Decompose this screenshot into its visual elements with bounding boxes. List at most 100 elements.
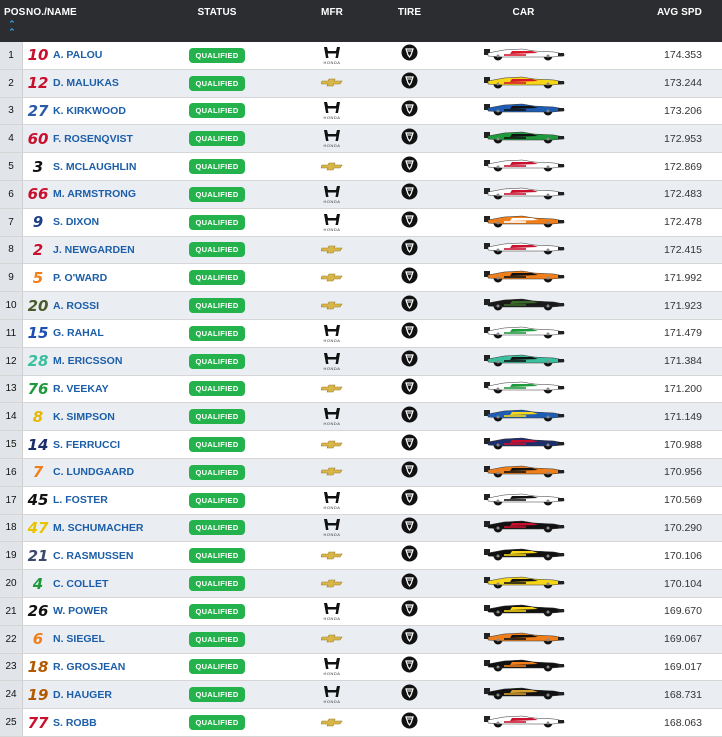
honda-wordmark: HONDA bbox=[323, 226, 341, 232]
table-row[interactable]: 20 4 C. COLLET QUALIFIED 170.104 bbox=[0, 570, 722, 598]
driver-name-link[interactable]: L. FOSTER bbox=[53, 494, 143, 506]
mfr-cell bbox=[291, 547, 373, 565]
car-cell bbox=[446, 351, 601, 372]
position-cell: 23 bbox=[0, 653, 23, 681]
driver-name-link[interactable]: R. VEEKAY bbox=[53, 383, 143, 395]
position-cell: 14 bbox=[0, 403, 23, 431]
car-livery-icon bbox=[482, 323, 566, 344]
driver-name-link[interactable]: R. GROSJEAN bbox=[53, 661, 143, 673]
position-cell: 17 bbox=[0, 486, 23, 514]
driver-name-link[interactable]: M. ERICSSON bbox=[53, 355, 143, 367]
table-row[interactable]: 10 20 A. ROSSI QUALIFIED 171.923 bbox=[0, 292, 722, 320]
sort-chevron-icon[interactable]: ⌃ ⌃ bbox=[0, 20, 24, 37]
position-cell: 11 bbox=[0, 319, 23, 347]
driver-name-link[interactable]: G. RAHAL bbox=[53, 327, 143, 339]
status-badge: QUALIFIED bbox=[189, 548, 245, 564]
driver-name-link[interactable]: S. MCLAUGHLIN bbox=[53, 161, 143, 173]
pos-header[interactable]: POS ⌃ ⌃ bbox=[0, 7, 25, 42]
car-livery-icon bbox=[482, 656, 566, 677]
table-row[interactable]: 23 18 R. GROSJEAN QUALIFIED HONDA 169.017 bbox=[0, 653, 722, 682]
position-cell: 21 bbox=[0, 597, 23, 625]
table-row[interactable]: 14 8 K. SIMPSON QUALIFIED HONDA 171.149 bbox=[0, 403, 722, 432]
honda-wordmark: HONDA bbox=[323, 504, 341, 510]
table-row[interactable]: 11 15 G. RAHAL QUALIFIED HONDA 171.479 bbox=[0, 319, 722, 348]
table-row[interactable]: 24 19 D. HAUGER QUALIFIED HONDA 168.731 bbox=[0, 681, 722, 710]
driver-name-link[interactable]: D. HAUGER bbox=[53, 689, 143, 701]
name-header[interactable]: NO./NAME bbox=[24, 7, 143, 42]
car-cell bbox=[446, 629, 601, 650]
table-row[interactable]: 15 14 S. FERRUCCI QUALIFIED 170.988 bbox=[0, 431, 722, 459]
table-row[interactable]: 4 60 F. ROSENQVIST QUALIFIED HONDA 172.953 bbox=[0, 125, 722, 154]
status-cell: QUALIFIED bbox=[143, 687, 291, 703]
tire-cell bbox=[373, 72, 446, 94]
table-row[interactable]: 2 12 D. MALUKAS QUALIFIED 173.244 bbox=[0, 69, 722, 98]
driver-name-link[interactable]: J. NEWGARDEN bbox=[53, 244, 143, 256]
honda-logo-icon: HONDA bbox=[322, 324, 342, 343]
driver-name-link[interactable]: D. MALUKAS bbox=[53, 77, 143, 89]
avg-speed: 168.063 bbox=[664, 716, 702, 729]
status-header[interactable]: STATUS bbox=[143, 7, 291, 42]
honda-logo-icon: HONDA bbox=[322, 407, 342, 426]
honda-logo-icon: HONDA bbox=[322, 46, 342, 65]
driver-name-link[interactable]: M. ARMSTRONG bbox=[53, 188, 143, 200]
firestone-tire-icon bbox=[401, 267, 418, 289]
driver-name-link[interactable]: K. SIMPSON bbox=[53, 411, 143, 423]
driver-name-link[interactable]: W. POWER bbox=[53, 605, 143, 617]
avg-speed: 169.067 bbox=[664, 633, 702, 646]
driver-name-link[interactable]: C. LUNDGAARD bbox=[53, 466, 143, 478]
car-livery-icon bbox=[482, 490, 566, 511]
status-badge: QUALIFIED bbox=[189, 659, 245, 675]
firestone-tire-icon bbox=[401, 600, 418, 622]
table-row[interactable]: 16 7 C. LUNDGAARD QUALIFIED 170.956 bbox=[0, 458, 722, 487]
status-badge: QUALIFIED bbox=[189, 75, 245, 91]
driver-name-link[interactable]: C. RASMUSSEN bbox=[53, 550, 143, 562]
driver-name-link[interactable]: A. PALOU bbox=[53, 49, 143, 61]
car-header[interactable]: CAR bbox=[446, 7, 601, 42]
firestone-tire-icon bbox=[401, 350, 418, 372]
tire-cell bbox=[373, 44, 446, 66]
firestone-tire-icon bbox=[401, 489, 418, 511]
car-number: 6 bbox=[32, 630, 44, 649]
avg-spd-header[interactable]: AVG SPD bbox=[601, 7, 716, 42]
table-row[interactable]: 17 45 L. FOSTER QUALIFIED HONDA 170.569 bbox=[0, 486, 722, 515]
driver-name-link[interactable]: F. ROSENQVIST bbox=[53, 133, 143, 145]
avg-speed: 170.569 bbox=[664, 494, 702, 507]
table-row[interactable]: 1 10 A. PALOU QUALIFIED HONDA 174.353 bbox=[0, 42, 722, 70]
table-row[interactable]: 22 6 N. SIEGEL QUALIFIED 169.067 bbox=[0, 625, 722, 654]
car-number: 21 bbox=[27, 546, 49, 565]
chevrolet-logo-icon bbox=[320, 463, 343, 481]
car-cell bbox=[446, 267, 601, 288]
table-row[interactable]: 9 5 P. O'WARD QUALIFIED 171.992 bbox=[0, 264, 722, 293]
tire-cell bbox=[373, 712, 446, 734]
tire-cell bbox=[373, 100, 446, 122]
driver-name-link[interactable]: M. SCHUMACHER bbox=[53, 522, 143, 534]
honda-wordmark: HONDA bbox=[323, 699, 341, 705]
table-row[interactable]: 13 76 R. VEEKAY QUALIFIED 171.200 bbox=[0, 375, 722, 404]
table-row[interactable]: 25 77 S. ROBB QUALIFIED 168.063 bbox=[0, 709, 722, 737]
driver-name-link[interactable]: S. ROBB bbox=[53, 717, 143, 729]
table-row[interactable]: 12 28 M. ERICSSON QUALIFIED HONDA 171.384 bbox=[0, 347, 722, 376]
table-row[interactable]: 21 26 W. POWER QUALIFIED HONDA 169.670 bbox=[0, 597, 722, 626]
table-row[interactable]: 5 3 S. MCLAUGHLIN QUALIFIED 172.869 bbox=[0, 153, 722, 181]
table-row[interactable]: 8 2 J. NEWGARDEN QUALIFIED 172.415 bbox=[0, 236, 722, 265]
driver-name-link[interactable]: C. COLLET bbox=[53, 578, 143, 590]
table-row[interactable]: 18 47 M. SCHUMACHER QUALIFIED HONDA 170.290 bbox=[0, 514, 722, 543]
car-cell bbox=[446, 462, 601, 483]
driver-name-link[interactable]: P. O'WARD bbox=[53, 272, 143, 284]
mfr-header[interactable]: MFR bbox=[291, 7, 373, 42]
mfr-cell: HONDA bbox=[291, 657, 373, 676]
car-livery-icon bbox=[482, 434, 566, 455]
tire-header[interactable]: TIRE bbox=[373, 7, 446, 42]
table-row[interactable]: 7 9 S. DIXON QUALIFIED HONDA 172.478 bbox=[0, 208, 722, 237]
driver-name-link[interactable]: S. DIXON bbox=[53, 216, 143, 228]
table-row[interactable]: 3 27 K. KIRKWOOD QUALIFIED HONDA 173.206 bbox=[0, 97, 722, 126]
driver-name-link[interactable]: K. KIRKWOOD bbox=[53, 105, 143, 117]
avg-speed: 172.483 bbox=[664, 188, 702, 201]
driver-name-link[interactable]: S. FERRUCCI bbox=[53, 439, 143, 451]
status-badge: QUALIFIED bbox=[189, 47, 245, 63]
status-badge: QUALIFIED bbox=[189, 325, 245, 341]
driver-name-link[interactable]: N. SIEGEL bbox=[53, 633, 143, 645]
table-row[interactable]: 6 66 M. ARMSTRONG QUALIFIED HONDA 172.483 bbox=[0, 180, 722, 209]
table-row[interactable]: 19 21 C. RASMUSSEN QUALIFIED 170.106 bbox=[0, 542, 722, 571]
driver-name-link[interactable]: A. ROSSI bbox=[53, 300, 143, 312]
